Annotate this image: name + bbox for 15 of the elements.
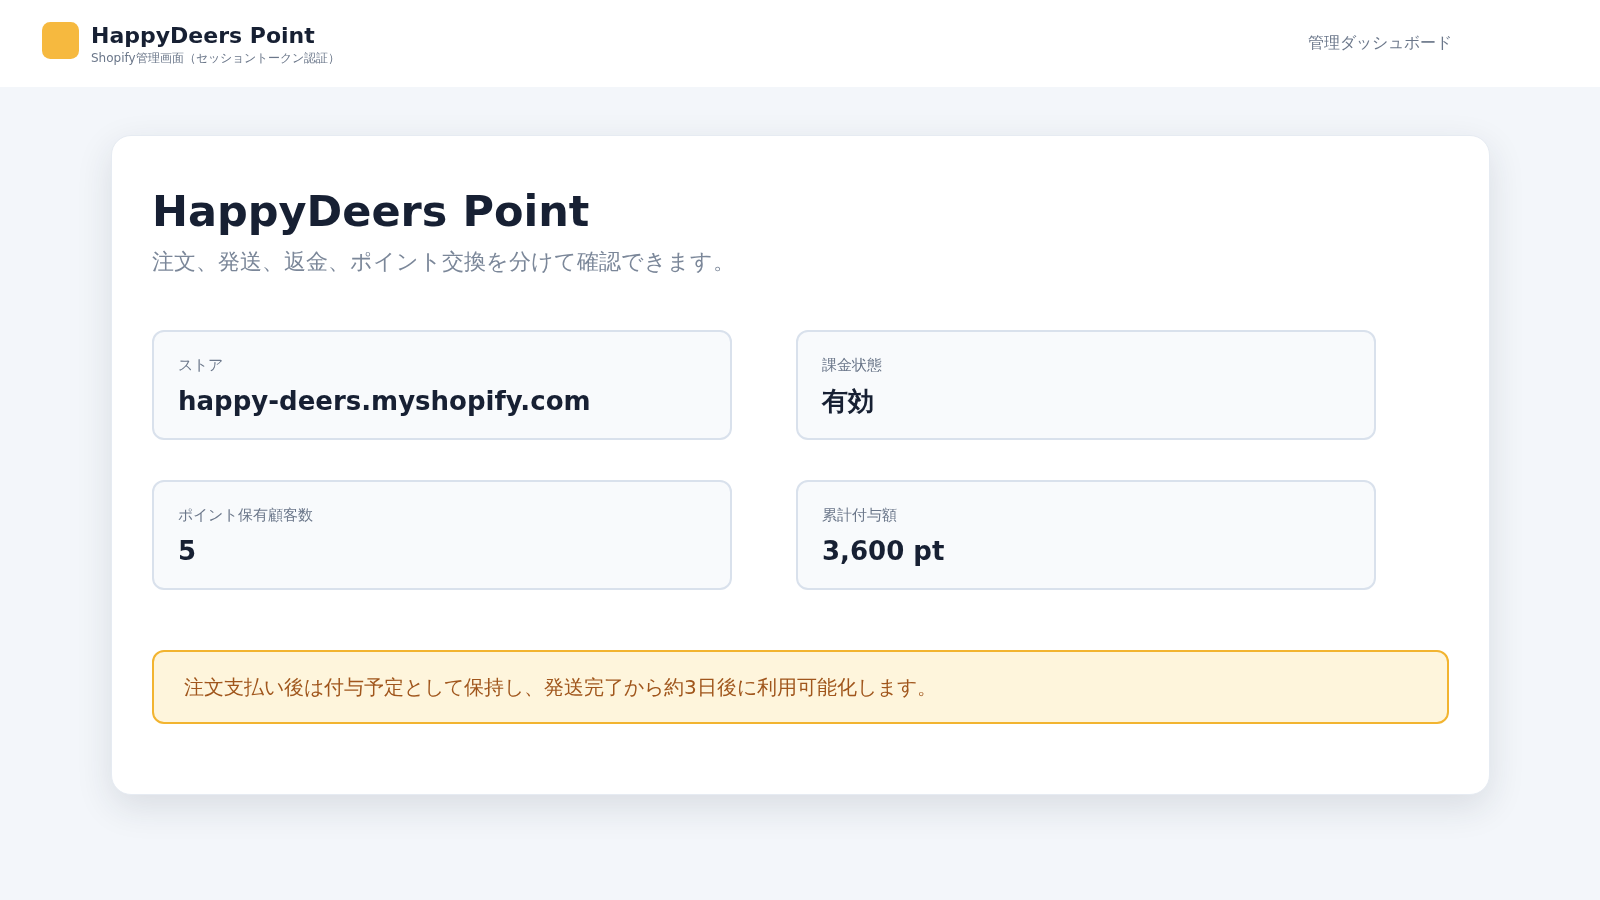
stat-label: ストア	[178, 355, 223, 376]
dashboard-link[interactable]: 管理ダッシュボード	[1308, 33, 1452, 54]
app-name: HappyDeers Point	[91, 21, 316, 50]
page-description: 注文、発送、返金、ポイント交換を分けて確認できます。	[152, 248, 736, 276]
stat-label: ポイント保有顧客数	[178, 505, 313, 526]
stat-label: 課金状態	[822, 355, 882, 376]
stat-value: 3,600 pt	[822, 535, 945, 568]
stat-value: 5	[178, 535, 197, 568]
logo-icon	[42, 22, 79, 59]
notice-banner: 注文支払い後は付与予定として保持し、発送完了から約3日後に利用可能化します。	[152, 650, 1449, 724]
app-subtitle: Shopify管理画面（セッショントークン認証）	[91, 49, 340, 66]
stat-value: 有効	[822, 385, 874, 418]
stat-label: 累計付与額	[822, 505, 897, 526]
stat-value: happy-deers.myshopify.com	[178, 385, 591, 418]
page-title: HappyDeers Point	[152, 185, 591, 238]
